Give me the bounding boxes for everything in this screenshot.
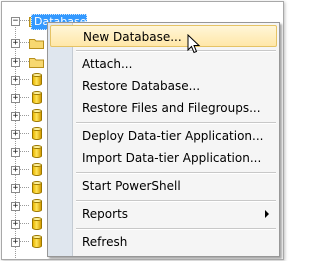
menu-item-import-data-tier[interactable]: Import Data-tier Application... <box>50 147 277 169</box>
menu-item-label: Reports <box>82 207 129 221</box>
expand-icon[interactable]: + <box>11 76 20 85</box>
menu-item-restore-database[interactable]: Restore Database... <box>50 75 277 97</box>
menu-item-label: Restore Database... <box>82 79 201 93</box>
menu-item-label: Deploy Data-tier Application... <box>82 129 264 143</box>
menu-item-attach[interactable]: Attach... <box>50 53 277 75</box>
tree-connector <box>19 205 29 206</box>
database-icon <box>32 109 42 123</box>
tree-connector <box>19 223 29 224</box>
menu-item-label: Refresh <box>82 235 128 249</box>
menu-item-label: Start PowerShell <box>82 179 181 193</box>
tree-connector <box>19 115 29 116</box>
tree-connector <box>19 187 29 188</box>
menu-item-refresh[interactable]: Refresh <box>50 231 277 253</box>
tree-connector <box>19 133 29 134</box>
mouse-pointer-icon <box>187 34 201 54</box>
expand-icon[interactable]: + <box>11 202 20 211</box>
tree-connector <box>19 42 29 43</box>
tree-connector <box>19 169 29 170</box>
expand-icon[interactable]: + <box>11 166 20 175</box>
menu-item-reports[interactable]: Reports <box>50 203 277 225</box>
expand-icon[interactable]: + <box>11 58 20 67</box>
menu-separator <box>76 50 276 52</box>
tree-connector <box>19 97 29 98</box>
menu-separator <box>76 228 276 230</box>
tree-connector <box>19 241 29 242</box>
expand-icon[interactable]: + <box>11 112 20 121</box>
menu-item-start-powershell[interactable]: Start PowerShell <box>50 175 277 197</box>
expand-icon[interactable]: + <box>11 238 20 247</box>
database-icon <box>32 127 42 141</box>
menu-item-deploy-data-tier[interactable]: Deploy Data-tier Application... <box>50 125 277 147</box>
tree-connector <box>19 20 29 21</box>
database-icon <box>32 163 42 177</box>
database-icon <box>32 181 42 195</box>
folder-icon <box>29 39 44 49</box>
expand-icon[interactable]: + <box>11 220 20 229</box>
tree-connector <box>19 79 29 80</box>
database-icon <box>32 199 42 213</box>
database-icon <box>32 91 42 105</box>
expand-icon[interactable]: + <box>11 148 20 157</box>
menu-item-label: Restore Files and Filegroups... <box>82 101 261 115</box>
submenu-arrow-icon <box>265 210 269 218</box>
menu-item-label: New Database... <box>83 30 182 44</box>
menu-item-label: Attach... <box>82 57 133 71</box>
context-menu: New Database... Attach... Restore Databa… <box>47 22 280 257</box>
folder-icon <box>29 58 44 68</box>
menu-item-new-database[interactable]: New Database... <box>50 25 277 47</box>
expand-icon[interactable]: + <box>11 184 20 193</box>
database-icon <box>32 145 42 159</box>
database-icon <box>32 73 42 87</box>
tree-connector <box>19 61 29 62</box>
expand-icon[interactable]: + <box>11 94 20 103</box>
expand-icon[interactable]: + <box>11 39 20 48</box>
object-explorer-window: − Databases + + + + + + <box>1 1 284 260</box>
expand-icon[interactable]: + <box>11 130 20 139</box>
menu-separator <box>76 200 276 202</box>
collapse-icon[interactable]: − <box>11 17 20 26</box>
menu-separator <box>76 172 276 174</box>
database-icon <box>32 235 42 249</box>
database-icon <box>32 217 42 231</box>
tree-connector <box>19 151 29 152</box>
menu-item-restore-files-filegroups[interactable]: Restore Files and Filegroups... <box>50 97 277 119</box>
menu-separator <box>76 122 276 124</box>
menu-item-label: Import Data-tier Application... <box>82 151 262 165</box>
